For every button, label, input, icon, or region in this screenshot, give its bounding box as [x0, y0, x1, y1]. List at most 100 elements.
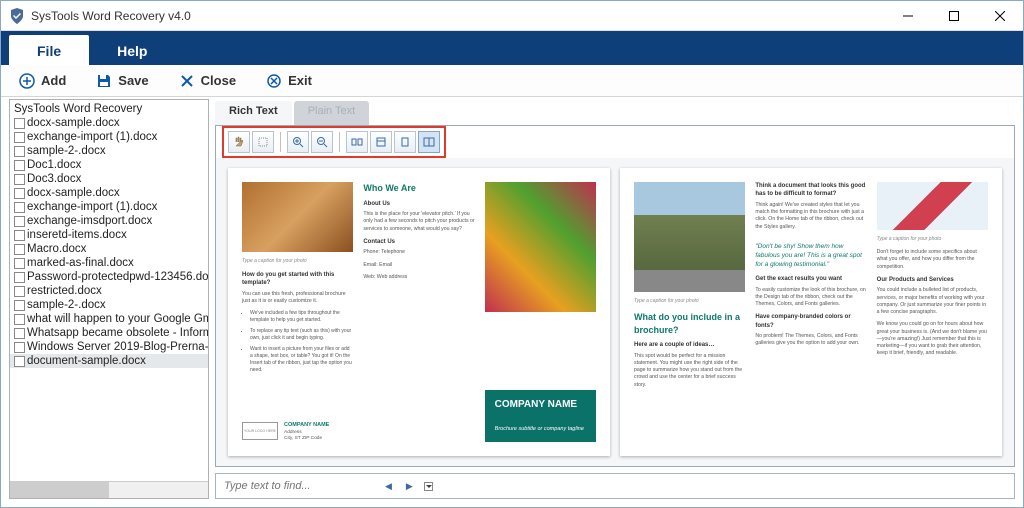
- menu-help[interactable]: Help: [89, 35, 175, 65]
- checkbox[interactable]: [14, 188, 25, 199]
- zoom-in-button[interactable]: [287, 131, 309, 153]
- tree-item[interactable]: Password-protectedpwd-123456.docx: [10, 270, 208, 284]
- tree-item-label: Doc3.docx: [27, 173, 81, 185]
- add-button[interactable]: Add: [13, 69, 72, 93]
- preview-image: [242, 182, 353, 252]
- checkbox[interactable]: [14, 174, 25, 185]
- file-tree[interactable]: SysTools Word Recoverydocx-sample.docxex…: [10, 100, 208, 481]
- tree-item[interactable]: inseretd-items.docx: [10, 228, 208, 242]
- tree-item[interactable]: Windows Server 2019-Blog-Prerna-1.doc: [10, 340, 208, 354]
- body-text: We know you could go on for hours about …: [877, 321, 988, 357]
- contact-line: Phone: Telephone: [363, 249, 474, 256]
- checkbox[interactable]: [14, 342, 25, 353]
- tree-item[interactable]: exchange-imsdport.docx: [10, 214, 208, 228]
- body-text: This is the place for your 'elevator pit…: [363, 211, 474, 233]
- viewer-container: Type a caption for your photo How do you…: [215, 125, 1015, 467]
- tree-item[interactable]: Whatsapp became obsolete - Informative: [10, 326, 208, 340]
- checkbox[interactable]: [14, 132, 25, 143]
- tree-item-label: Whatsapp became obsolete - Informative: [27, 327, 208, 339]
- tree-item[interactable]: what will happen to your Google Gmail a: [10, 312, 208, 326]
- checkbox[interactable]: [14, 202, 25, 213]
- heading-text: What do you include in a brochure?: [634, 311, 745, 336]
- tree-item[interactable]: docx-sample.docx: [10, 116, 208, 130]
- find-input[interactable]: [224, 480, 374, 492]
- tab-plain-text[interactable]: Plain Text: [294, 101, 370, 125]
- hand-icon: [233, 136, 245, 148]
- body-text: You could include a bulleted list of pro…: [877, 287, 988, 316]
- exit-icon: [266, 73, 282, 89]
- tree-item[interactable]: sample-2-.docx: [10, 144, 208, 158]
- quote-text: "Don't be shy! Show them how fabulous yo…: [755, 242, 866, 269]
- tree-item-label: exchange-import (1).docx: [27, 201, 157, 213]
- contact-line: Web: Web address: [363, 274, 474, 281]
- fit-width-button[interactable]: [346, 131, 368, 153]
- checkbox[interactable]: [14, 118, 25, 129]
- tree-item-label: Doc1.docx: [27, 159, 81, 171]
- zoom-in-icon: [292, 136, 304, 148]
- checkbox[interactable]: [14, 146, 25, 157]
- checkbox[interactable]: [14, 160, 25, 171]
- maximize-button[interactable]: [931, 1, 977, 31]
- checkbox[interactable]: [14, 230, 25, 241]
- list-item: Want to insert a picture from your files…: [250, 346, 353, 374]
- fit-page-button[interactable]: [370, 131, 392, 153]
- preview-page-1: Type a caption for your photo How do you…: [228, 168, 610, 456]
- company-name: COMPANY NAME: [495, 398, 586, 412]
- checkbox[interactable]: [14, 314, 25, 325]
- two-page-button[interactable]: [418, 131, 440, 153]
- minimize-button[interactable]: [885, 1, 931, 31]
- tree-item[interactable]: exchange-import (1).docx: [10, 130, 208, 144]
- tree-item[interactable]: sample-2-.docx: [10, 298, 208, 312]
- close-window-button[interactable]: [977, 1, 1023, 31]
- find-options-dropdown[interactable]: [424, 482, 433, 491]
- close-button[interactable]: Close: [173, 69, 242, 93]
- body-text: Don't forget to include some specifics a…: [877, 249, 988, 271]
- action-toolbar: Add Save Close Exit: [1, 65, 1023, 97]
- viewer-tabstrip: Rich Text Plain Text: [215, 101, 1015, 125]
- tree-item-label: exchange-import (1).docx: [27, 131, 157, 143]
- tree-item[interactable]: restricted.docx: [10, 284, 208, 298]
- add-label: Add: [41, 73, 66, 88]
- checkbox[interactable]: [14, 356, 25, 367]
- list-item: To replace any tip text (such as this) w…: [250, 328, 353, 342]
- select-tool-button[interactable]: [252, 131, 274, 153]
- checkbox[interactable]: [14, 258, 25, 269]
- tree-item[interactable]: docx-sample.docx: [10, 186, 208, 200]
- menu-file[interactable]: File: [9, 35, 89, 65]
- checkbox[interactable]: [14, 300, 25, 311]
- checkbox[interactable]: [14, 286, 25, 297]
- checkbox[interactable]: [14, 216, 25, 227]
- single-page-button[interactable]: [394, 131, 416, 153]
- app-icon: [9, 8, 25, 24]
- fit-page-icon: [375, 136, 387, 148]
- tree-item-label: inseretd-items.docx: [27, 229, 127, 241]
- heading-text: How do you get started with this templat…: [242, 271, 353, 288]
- subheading-text: Think a document that looks this good ha…: [755, 182, 866, 199]
- tree-item[interactable]: Doc3.docx: [10, 172, 208, 186]
- tree-root[interactable]: SysTools Word Recovery: [10, 102, 208, 116]
- hand-tool-button[interactable]: [228, 131, 250, 153]
- tree-item[interactable]: Macro.docx: [10, 242, 208, 256]
- document-preview[interactable]: Type a caption for your photo How do you…: [216, 158, 1014, 466]
- checkbox[interactable]: [14, 244, 25, 255]
- preview-image: [485, 182, 596, 312]
- window-title: SysTools Word Recovery v4.0: [31, 9, 885, 23]
- find-prev-button[interactable]: ◀: [382, 481, 395, 492]
- tree-item[interactable]: exchange-import (1).docx: [10, 200, 208, 214]
- body-text: No problem! The Themes, Colors, and Font…: [755, 333, 866, 348]
- tree-item[interactable]: Doc1.docx: [10, 158, 208, 172]
- tree-item[interactable]: document-sample.docx: [10, 354, 208, 368]
- contact-line: Email: Email: [363, 262, 474, 269]
- tab-rich-text[interactable]: Rich Text: [215, 101, 292, 125]
- exit-button[interactable]: Exit: [260, 69, 318, 93]
- find-next-button[interactable]: ▶: [403, 481, 416, 492]
- tree-hscrollbar[interactable]: [10, 481, 208, 498]
- body-text: This spot would be perfect for a mission…: [634, 353, 745, 389]
- tree-item[interactable]: marked-as-final.docx: [10, 256, 208, 270]
- checkbox[interactable]: [14, 328, 25, 339]
- zoom-out-button[interactable]: [311, 131, 333, 153]
- viewer-toolbar-highlight: [222, 126, 446, 158]
- checkbox[interactable]: [14, 272, 25, 283]
- viewer-toolbar: [216, 126, 1014, 158]
- save-button[interactable]: Save: [90, 69, 154, 93]
